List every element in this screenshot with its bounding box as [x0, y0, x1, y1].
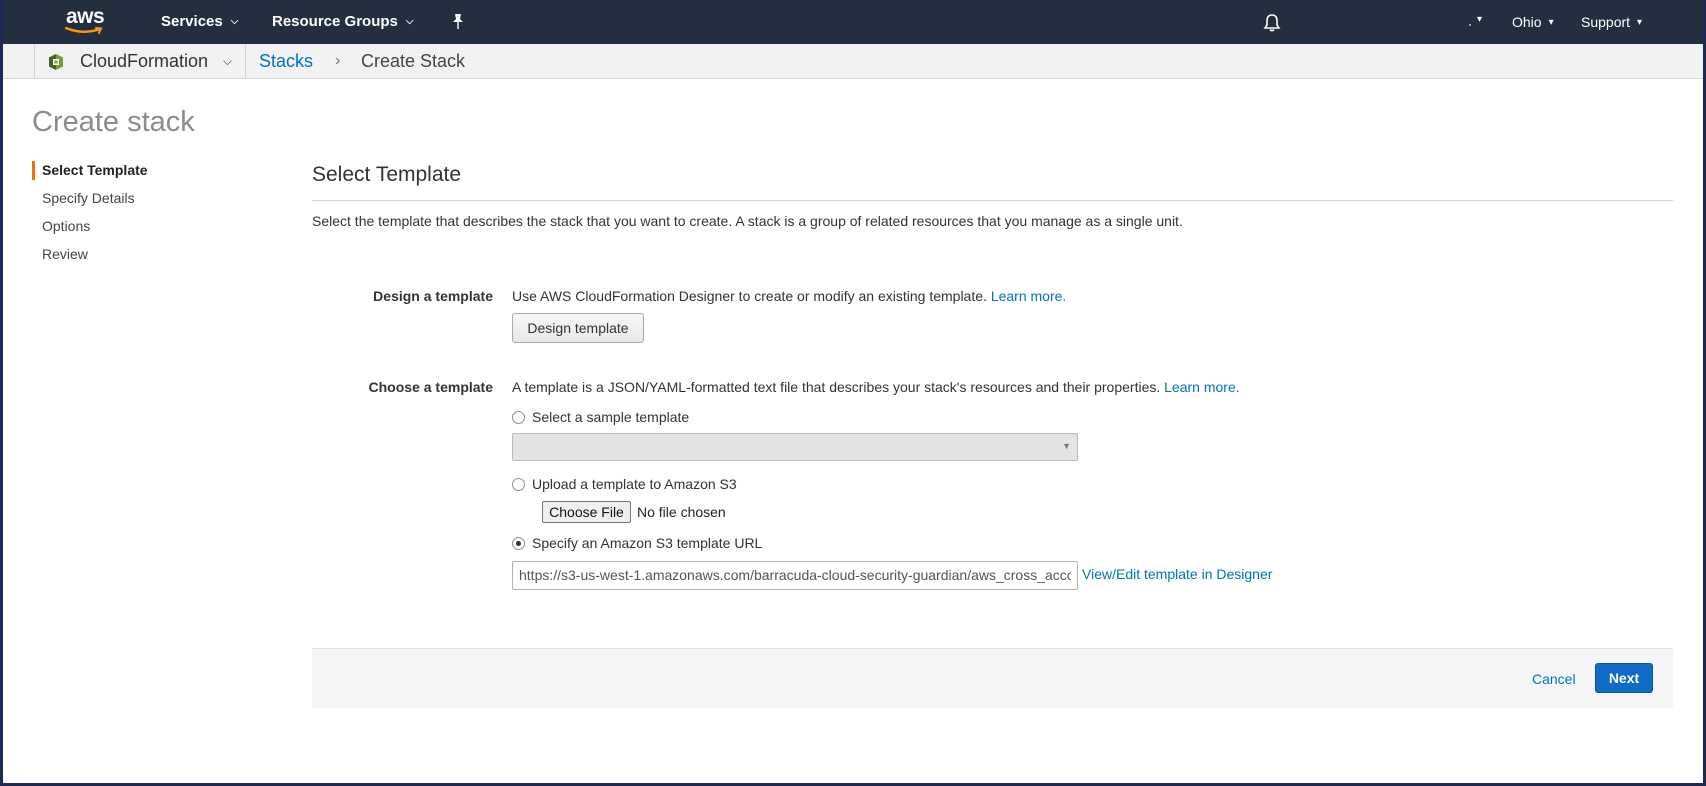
- pin-icon[interactable]: [450, 13, 466, 31]
- choose-file-button[interactable]: Choose File: [542, 501, 631, 523]
- choose-template-description: A template is a JSON/YAML-formatted text…: [512, 379, 1240, 395]
- sample-template-select[interactable]: ▼: [512, 433, 1078, 461]
- support-label: Support: [1581, 14, 1631, 30]
- design-learn-more-link[interactable]: Learn more.: [991, 288, 1066, 304]
- choose-template-label: Choose a template: [368, 379, 493, 395]
- services-menu[interactable]: Services ⌵: [161, 13, 238, 30]
- step-options[interactable]: Options: [32, 216, 148, 244]
- cloudformation-icon: [49, 54, 63, 70]
- wizard-steps: Select Template Specify Details Options …: [32, 160, 148, 272]
- aws-smile-icon: [65, 27, 103, 34]
- chevron-down-icon: ▾: [1548, 17, 1554, 28]
- section-divider: [312, 200, 1673, 201]
- choose-description-text: A template is a JSON/YAML-formatted text…: [512, 379, 1165, 395]
- section-intro: Select the template that describes the s…: [312, 213, 1183, 229]
- breadcrumb-stacks[interactable]: Stacks: [259, 51, 313, 72]
- choose-learn-more-link[interactable]: Learn more.: [1164, 379, 1239, 395]
- upload-template-radio[interactable]: [512, 478, 525, 491]
- breadcrumb-current: Create Stack: [361, 51, 466, 71]
- cancel-link[interactable]: Cancel: [1532, 671, 1576, 687]
- account-chevron-down-icon[interactable]: ▾: [1477, 14, 1482, 25]
- upload-template-radio-label[interactable]: Upload a template to Amazon S3: [532, 476, 737, 492]
- service-bar: CloudFormation ⌵ Stacks › Create Stack: [3, 44, 1703, 79]
- aws-logo-text: aws: [66, 5, 105, 28]
- design-template-button[interactable]: Design template: [512, 313, 644, 343]
- dropdown-arrow-icon: ▼: [1062, 441, 1071, 451]
- design-template-label: Design a template: [373, 288, 493, 304]
- top-nav: aws Services ⌵ Resource Groups ⌵ ▾ Ohio ▾ S…: [0, 0, 1706, 44]
- resource-groups-menu[interactable]: Resource Groups ⌵: [272, 13, 413, 30]
- step-specify-details[interactable]: Specify Details: [32, 188, 148, 216]
- page-title: Create stack: [32, 106, 195, 138]
- chevron-down-icon: ⌵: [230, 16, 239, 27]
- sample-template-radio-label[interactable]: Select a sample template: [532, 409, 689, 425]
- chevron-down-icon: ⌵: [405, 16, 414, 27]
- resource-groups-label: Resource Groups: [272, 13, 398, 30]
- service-switcher[interactable]: CloudFormation ⌵: [34, 44, 246, 79]
- wizard-footer: Cancel Next: [312, 648, 1673, 708]
- step-review[interactable]: Review: [32, 244, 148, 272]
- services-label: Services: [161, 13, 223, 30]
- aws-logo[interactable]: aws: [63, 5, 109, 36]
- region-menu[interactable]: Ohio ▾: [1512, 14, 1554, 30]
- chevron-down-icon: ▾: [1637, 17, 1643, 28]
- breadcrumb-separator-icon: ›: [335, 52, 341, 69]
- template-url-radio[interactable]: [512, 537, 525, 550]
- view-edit-designer-link[interactable]: View/Edit template in Designer: [1082, 566, 1272, 582]
- step-select-template[interactable]: Select Template: [32, 160, 148, 188]
- next-button[interactable]: Next: [1595, 663, 1653, 693]
- support-menu[interactable]: Support ▾: [1581, 14, 1642, 30]
- sample-template-radio[interactable]: [512, 411, 525, 424]
- file-status: No file chosen: [637, 504, 726, 520]
- design-template-description: Use AWS CloudFormation Designer to creat…: [512, 288, 1066, 304]
- template-url-input[interactable]: https://s3-us-west-1.amazonaws.com/barra…: [512, 561, 1078, 590]
- chevron-down-icon: ⌵: [223, 54, 233, 68]
- template-url-radio-label[interactable]: Specify an Amazon S3 template URL: [532, 535, 762, 551]
- region-label: Ohio: [1512, 14, 1542, 30]
- section-title: Select Template: [312, 163, 462, 186]
- bell-icon[interactable]: [1263, 13, 1281, 33]
- service-name: CloudFormation: [80, 51, 209, 71]
- design-description-text: Use AWS CloudFormation Designer to creat…: [512, 288, 991, 304]
- template-url-value: https://s3-us-west-1.amazonaws.com/barra…: [519, 567, 1071, 583]
- account-indicator: [1469, 24, 1471, 26]
